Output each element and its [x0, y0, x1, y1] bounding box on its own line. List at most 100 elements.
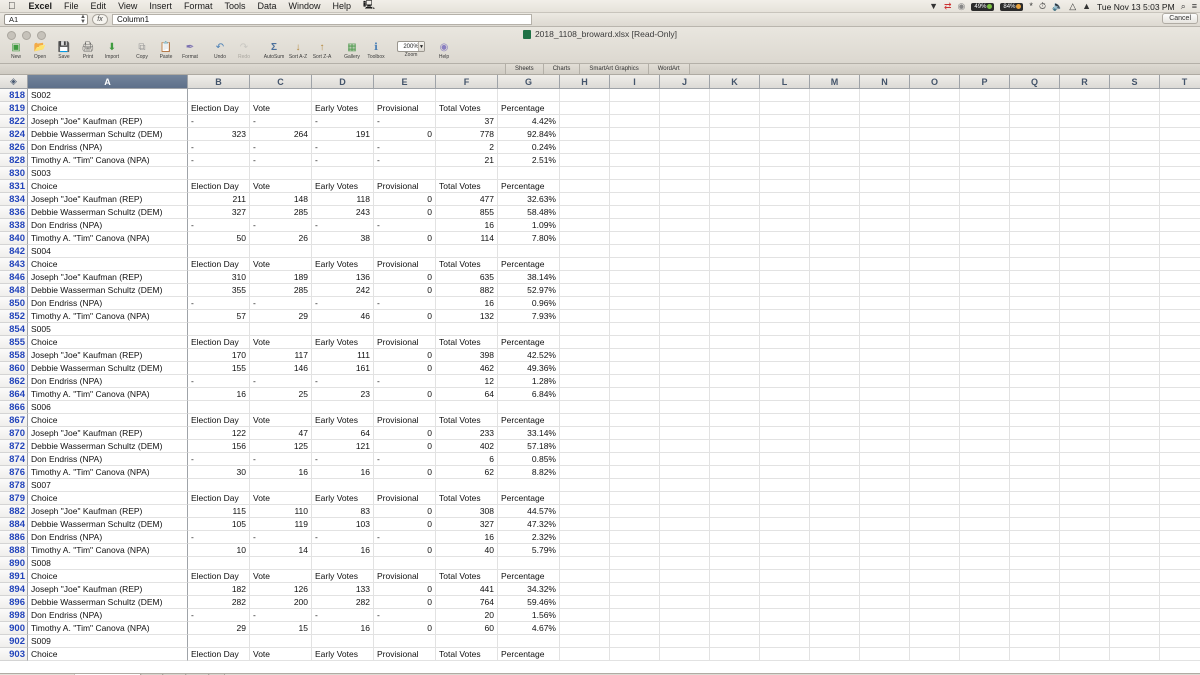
cell-P876[interactable]	[960, 466, 1010, 479]
cell-R878[interactable]	[1060, 479, 1110, 492]
cell-T894[interactable]	[1160, 583, 1200, 596]
cell-S842[interactable]	[1110, 245, 1160, 258]
cell-I846[interactable]	[610, 271, 660, 284]
cell-J854[interactable]	[660, 323, 710, 336]
cell-R902[interactable]	[1060, 635, 1110, 648]
cell-N870[interactable]	[860, 427, 910, 440]
cell-D854[interactable]	[312, 323, 374, 336]
cell-D903[interactable]: Early Votes	[312, 648, 374, 661]
cell-G846[interactable]: 38.14%	[498, 271, 560, 284]
cell-M866[interactable]	[810, 401, 860, 414]
cell-M867[interactable]	[810, 414, 860, 427]
cell-E860[interactable]: 0	[374, 362, 436, 375]
cell-H900[interactable]	[560, 622, 610, 635]
volume-icon[interactable]: 🔈	[1052, 2, 1063, 11]
cell-C862[interactable]: -	[250, 375, 312, 388]
cell-G818[interactable]	[498, 89, 560, 102]
cell-E878[interactable]	[374, 479, 436, 492]
cell-I894[interactable]	[610, 583, 660, 596]
cell-G834[interactable]: 32.63%	[498, 193, 560, 206]
cell-J898[interactable]	[660, 609, 710, 622]
row-header-862[interactable]: 862	[0, 375, 28, 388]
cell-O843[interactable]	[910, 258, 960, 271]
cell-R824[interactable]	[1060, 128, 1110, 141]
cell-P866[interactable]	[960, 401, 1010, 414]
cell-L826[interactable]	[760, 141, 810, 154]
cell-E900[interactable]: 0	[374, 622, 436, 635]
cell-P862[interactable]	[960, 375, 1010, 388]
cell-L874[interactable]	[760, 453, 810, 466]
cell-F846[interactable]: 635	[436, 271, 498, 284]
cell-C878[interactable]	[250, 479, 312, 492]
cell-A846[interactable]: Joseph "Joe" Kaufman (REP)	[28, 271, 188, 284]
cell-E819[interactable]: Provisional	[374, 102, 436, 115]
row-header-879[interactable]: 879	[0, 492, 28, 505]
cell-F878[interactable]	[436, 479, 498, 492]
row-header-900[interactable]: 900	[0, 622, 28, 635]
cell-F896[interactable]: 764	[436, 596, 498, 609]
cell-T891[interactable]	[1160, 570, 1200, 583]
cell-A882[interactable]: Joseph "Joe" Kaufman (REP)	[28, 505, 188, 518]
cell-G894[interactable]: 34.32%	[498, 583, 560, 596]
cell-R894[interactable]	[1060, 583, 1110, 596]
cell-J876[interactable]	[660, 466, 710, 479]
cell-K888[interactable]	[710, 544, 760, 557]
cell-P850[interactable]	[960, 297, 1010, 310]
cell-N876[interactable]	[860, 466, 910, 479]
cell-H822[interactable]	[560, 115, 610, 128]
cell-B819[interactable]: Election Day	[188, 102, 250, 115]
cell-L862[interactable]	[760, 375, 810, 388]
cell-J840[interactable]	[660, 232, 710, 245]
cell-R848[interactable]	[1060, 284, 1110, 297]
cell-O882[interactable]	[910, 505, 960, 518]
row-header-867[interactable]: 867	[0, 414, 28, 427]
cell-M824[interactable]	[810, 128, 860, 141]
row-header-836[interactable]: 836	[0, 206, 28, 219]
cell-G878[interactable]	[498, 479, 560, 492]
cell-B867[interactable]: Election Day	[188, 414, 250, 427]
cell-H846[interactable]	[560, 271, 610, 284]
cell-K870[interactable]	[710, 427, 760, 440]
cell-F874[interactable]: 6	[436, 453, 498, 466]
sort-descending-button[interactable]: ↑ Sort Z-A	[310, 41, 334, 60]
cell-J830[interactable]	[660, 167, 710, 180]
cell-I864[interactable]	[610, 388, 660, 401]
cell-C864[interactable]: 25	[250, 388, 312, 401]
cell-R872[interactable]	[1060, 440, 1110, 453]
cell-L842[interactable]	[760, 245, 810, 258]
cell-A864[interactable]: Timothy A. "Tim" Canova (NPA)	[28, 388, 188, 401]
cell-N894[interactable]	[860, 583, 910, 596]
cell-F898[interactable]: 20	[436, 609, 498, 622]
cell-P848[interactable]	[960, 284, 1010, 297]
cell-L828[interactable]	[760, 154, 810, 167]
cell-D884[interactable]: 103	[312, 518, 374, 531]
cell-S852[interactable]	[1110, 310, 1160, 323]
cell-Q891[interactable]	[1010, 570, 1060, 583]
cell-A886[interactable]: Don Endriss (NPA)	[28, 531, 188, 544]
cell-E890[interactable]	[374, 557, 436, 570]
cell-E828[interactable]: -	[374, 154, 436, 167]
column-header-q[interactable]: Q	[1010, 75, 1060, 89]
cell-B855[interactable]: Election Day	[188, 336, 250, 349]
cell-D830[interactable]	[312, 167, 374, 180]
cell-J828[interactable]	[660, 154, 710, 167]
cell-J862[interactable]	[660, 375, 710, 388]
cell-Q888[interactable]	[1010, 544, 1060, 557]
cell-M876[interactable]	[810, 466, 860, 479]
cell-L902[interactable]	[760, 635, 810, 648]
cell-Q828[interactable]	[1010, 154, 1060, 167]
cell-K900[interactable]	[710, 622, 760, 635]
cell-S866[interactable]	[1110, 401, 1160, 414]
cell-E852[interactable]: 0	[374, 310, 436, 323]
cell-R867[interactable]	[1060, 414, 1110, 427]
cell-H898[interactable]	[560, 609, 610, 622]
cell-D876[interactable]: 16	[312, 466, 374, 479]
cell-S843[interactable]	[1110, 258, 1160, 271]
cell-S830[interactable]	[1110, 167, 1160, 180]
row-header-834[interactable]: 834	[0, 193, 28, 206]
cell-H826[interactable]	[560, 141, 610, 154]
row-header-855[interactable]: 855	[0, 336, 28, 349]
cell-K836[interactable]	[710, 206, 760, 219]
cell-P879[interactable]	[960, 492, 1010, 505]
cell-H876[interactable]	[560, 466, 610, 479]
